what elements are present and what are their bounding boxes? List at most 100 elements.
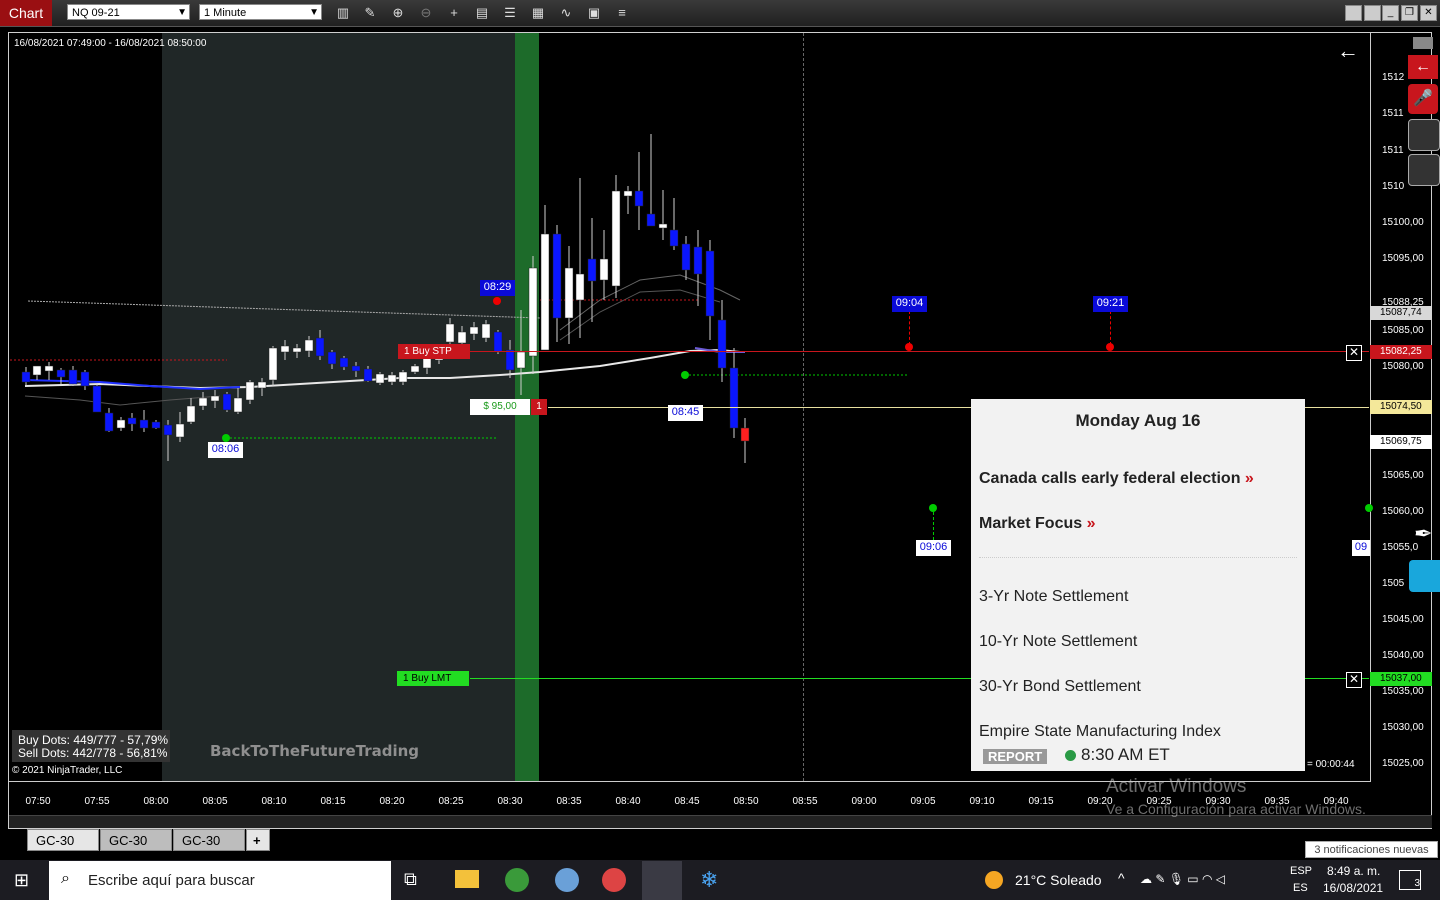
candle-body <box>587 258 597 282</box>
snowflake-app-icon[interactable]: ❄ <box>700 868 724 892</box>
candle-body <box>21 371 31 383</box>
microphone-icon[interactable]: 🎤 <box>1408 84 1438 114</box>
signal-dot-green <box>1365 504 1373 512</box>
search-icon: ⌕ <box>61 870 70 887</box>
time-axis-label: 08:15 <box>320 796 346 807</box>
time-flag[interactable]: 09:04 <box>892 296 927 312</box>
hand-icon[interactable] <box>1408 154 1440 186</box>
time-axis-label: 08:00 <box>143 796 169 807</box>
time-flag[interactable]: 08:29 <box>480 280 515 296</box>
news-popup: Monday Aug 16 Canada calls early federal… <box>971 399 1305 771</box>
panel-toggle-icon[interactable] <box>1413 37 1433 49</box>
position-qty-label[interactable]: 1 <box>531 399 547 415</box>
candle-body <box>552 233 562 319</box>
back-arrow-icon[interactable]: ← <box>1337 38 1359 64</box>
candle-body <box>163 424 173 436</box>
file-explorer-icon[interactable] <box>455 870 479 888</box>
chart-tab[interactable]: GC-30 <box>100 829 172 851</box>
time-flag[interactable]: 09:06 <box>916 540 951 556</box>
price-tag-limit: 15037,00 <box>1370 672 1432 686</box>
calendar-item[interactable]: 30-Yr Bond Settlement <box>979 678 1141 696</box>
notification-center-icon[interactable]: 3 <box>1399 870 1421 890</box>
date-range: 16/08/2021 07:49:00 - 16/08/2021 08:50:0… <box>14 38 207 49</box>
time-flag[interactable]: 08:45 <box>668 405 703 421</box>
window-icon[interactable] <box>1408 119 1440 151</box>
windows-start-icon[interactable]: ⊞ <box>14 870 34 890</box>
time-axis-label: 08:10 <box>261 796 287 807</box>
candle-body <box>375 373 385 384</box>
report-badge: REPORT <box>983 749 1048 764</box>
candle-body <box>528 267 538 357</box>
price-axis-label: 1511 <box>1382 108 1404 119</box>
candle-body <box>68 369 78 385</box>
task-view-icon[interactable]: ⧉ <box>404 869 417 890</box>
chrome-profile-icon[interactable] <box>602 868 626 892</box>
weather-text[interactable]: 21°C Soleado <box>1015 872 1102 888</box>
clock-date[interactable]: 16/08/2021 <box>1323 881 1383 895</box>
candle-body <box>611 190 621 287</box>
buy-stop-order-label[interactable]: 1 Buy STP <box>398 344 470 359</box>
time-axis-label: 08:50 <box>733 796 759 807</box>
candle-body <box>729 367 739 429</box>
price-axis-label: 15030,00 <box>1382 722 1424 733</box>
taskbar-search[interactable]: ⌕ Escribe aquí para buscar <box>49 861 391 900</box>
cancel-limit-order-icon[interactable]: ✕ <box>1346 672 1362 688</box>
time-axis-label: 08:55 <box>792 796 818 807</box>
candle-body <box>175 423 185 438</box>
clock-time[interactable]: 8:49 a. m. <box>1327 864 1380 878</box>
tray-icons[interactable]: ☁ ✎ 🎙 ▭ ◠ ◁ <box>1140 872 1225 886</box>
price-axis-label: 15045,00 <box>1382 614 1424 625</box>
candle-body <box>740 427 750 442</box>
candle-body <box>493 331 503 353</box>
candle-body <box>717 319 727 369</box>
calendar-item[interactable]: Empire State Manufacturing Index <box>979 723 1221 741</box>
notification-toast[interactable]: 3 notificaciones nuevas <box>1305 841 1438 858</box>
language-code-2[interactable]: ES <box>1293 882 1308 894</box>
price-axis-label: 1505 <box>1382 578 1405 589</box>
candle-body <box>233 397 243 413</box>
candle-body <box>693 246 703 275</box>
buy-limit-order-label[interactable]: 1 Buy LMT <box>397 671 469 686</box>
price-axis-label: 15085,00 <box>1382 325 1424 336</box>
time-flag[interactable]: 09:21 <box>1093 296 1128 312</box>
news-item[interactable]: Canada calls early federal election » <box>979 470 1254 488</box>
price-tag-current: 15069,75 <box>1370 435 1432 449</box>
calendar-item[interactable]: 3-Yr Note Settlement <box>979 588 1128 606</box>
candle-body <box>540 233 550 351</box>
time-axis-label: 07:55 <box>84 796 110 807</box>
candle-body <box>410 365 420 373</box>
cancel-stop-order-icon[interactable]: ✕ <box>1346 345 1362 361</box>
candle-body <box>445 323 455 343</box>
watermark: BackToTheFutureTrading <box>210 742 420 760</box>
candle-body <box>56 369 66 378</box>
candle-body <box>351 365 361 372</box>
chrome-icon[interactable] <box>505 868 529 892</box>
chart-tab[interactable]: GC-30 <box>173 829 245 851</box>
signal-dot-green <box>681 371 689 379</box>
price-axis-label: 1511 <box>1382 145 1404 156</box>
pen-tool-icon[interactable]: ✒ <box>1414 521 1434 547</box>
position-pnl-label[interactable]: $ 95,00 <box>470 399 530 415</box>
assistant-icon[interactable] <box>1409 560 1440 592</box>
candle-body <box>304 339 314 352</box>
price-tag-position: 15074,50 <box>1370 400 1432 414</box>
calendar-item[interactable]: 10-Yr Note Settlement <box>979 633 1137 651</box>
language-code[interactable]: ESP <box>1290 865 1312 877</box>
candle-body <box>564 267 574 319</box>
price-axis-label: 15025,00 <box>1382 758 1424 769</box>
divider <box>979 557 1297 558</box>
flag-stem <box>1110 311 1112 345</box>
price-axis-label: 15060,00 <box>1382 506 1424 517</box>
app-icon[interactable] <box>555 868 579 892</box>
add-tab-button[interactable]: + <box>246 829 270 851</box>
ninjatrader-icon[interactable] <box>642 861 682 900</box>
time-flag[interactable]: 09 <box>1352 540 1370 556</box>
chevron-up-icon[interactable]: ^ <box>1118 870 1125 886</box>
news-item[interactable]: Market Focus » <box>979 515 1096 533</box>
time-axis-label: 09:10 <box>969 796 995 807</box>
candle-body <box>280 345 290 353</box>
arrow-left-icon[interactable]: ← <box>1408 55 1438 79</box>
activation-title: Activar Windows <box>1106 776 1247 797</box>
time-flag[interactable]: 08:06 <box>208 442 243 458</box>
chart-tab[interactable]: GC-30 <box>27 829 99 851</box>
